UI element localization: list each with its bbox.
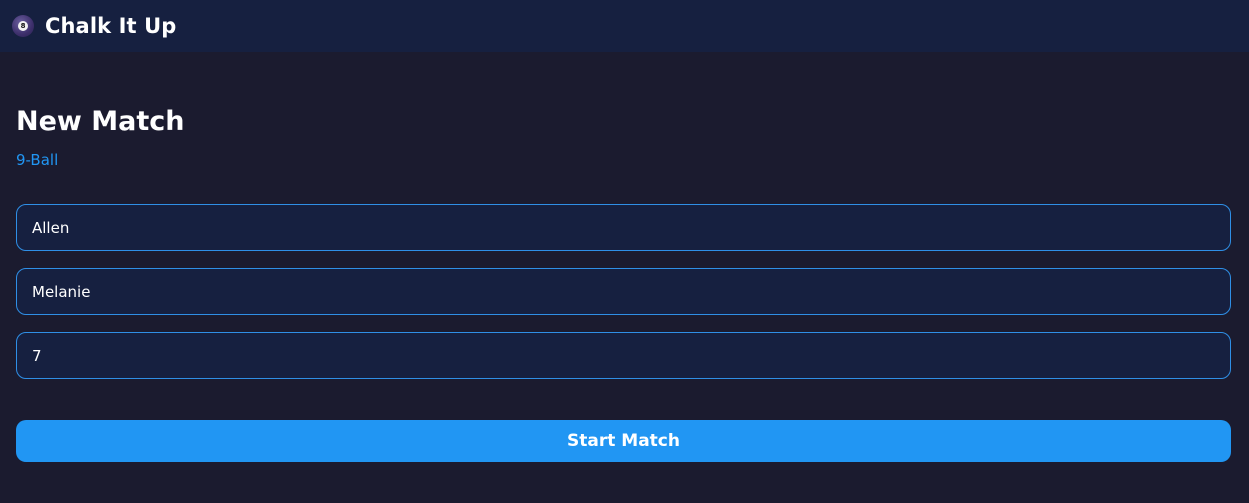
app-header: 8 Chalk It Up — [0, 0, 1249, 52]
start-match-button[interactable]: Start Match — [16, 420, 1231, 462]
eight-ball-icon: 8 — [12, 15, 34, 37]
eight-ball-number: 8 — [18, 21, 28, 31]
app-title: Chalk It Up — [45, 14, 177, 38]
game-type-label: 9-Ball — [16, 151, 59, 169]
player-one-input[interactable] — [16, 204, 1231, 251]
race-to-input[interactable] — [16, 332, 1231, 379]
player-two-input[interactable] — [16, 268, 1231, 315]
page-title: New Match — [16, 106, 185, 137]
